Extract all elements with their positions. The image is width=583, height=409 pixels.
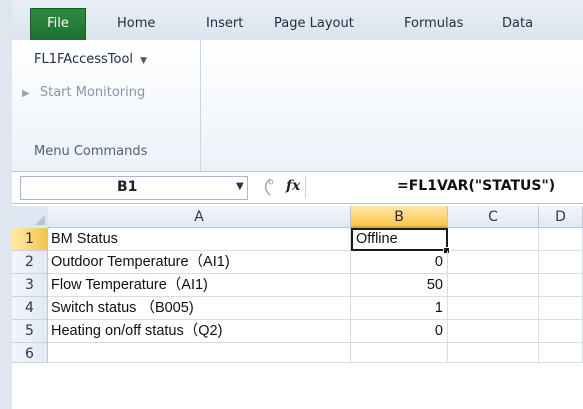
cell-b4[interactable]: 1 — [351, 297, 448, 320]
column-header-c[interactable]: C — [448, 206, 539, 228]
formula-divider — [305, 176, 306, 198]
tab-page-layout[interactable]: Page Layout — [274, 10, 354, 40]
tab-home[interactable]: Home — [117, 10, 155, 40]
column-header-d[interactable]: D — [539, 206, 583, 228]
cell-c3[interactable] — [448, 274, 539, 297]
row-header-5[interactable]: 5 — [12, 320, 48, 343]
cell-a2[interactable]: Outdoor Temperature（AI1) — [48, 251, 351, 274]
formula-bar: B1 ▼ fx =FL1VAR("STATUS") — [12, 172, 583, 204]
cell-a3[interactable]: Flow Temperature（AI1) — [48, 274, 351, 297]
row-header-3[interactable]: 3 — [12, 274, 48, 297]
excel-window: File Home Insert Page Layout Formulas Da… — [12, 0, 583, 409]
cell-a4[interactable]: Switch status （B005) — [48, 297, 351, 320]
row-header-4[interactable]: 4 — [12, 297, 48, 320]
cell-d6[interactable] — [539, 343, 583, 363]
cell-c6[interactable] — [448, 343, 539, 363]
cell-b3[interactable]: 50 — [351, 274, 448, 297]
paren-icon — [264, 178, 274, 196]
row-header-2[interactable]: 2 — [12, 251, 48, 274]
cell-c1[interactable] — [448, 228, 539, 251]
insert-function-icon[interactable]: fx — [286, 178, 300, 194]
play-arrow-icon: ▶ — [22, 88, 30, 99]
tab-file[interactable]: File — [30, 8, 86, 40]
cell-b6[interactable] — [351, 343, 448, 363]
ribbon-panel: FL1FAccessTool ▼ ▶ Start Monitoring Menu… — [12, 40, 583, 172]
worksheet-grid: A B C D 1 BM Status Offline 2 Outdoor Te… — [12, 206, 583, 409]
cell-d3[interactable] — [539, 274, 583, 297]
cell-d4[interactable] — [539, 297, 583, 320]
cell-d1[interactable] — [539, 228, 583, 251]
name-box-dropdown-icon[interactable]: ▼ — [236, 181, 244, 192]
cell-c5[interactable] — [448, 320, 539, 343]
cell-a5[interactable]: Heating on/off status（Q2) — [48, 320, 351, 343]
dropdown-arrow-icon: ▼ — [140, 56, 148, 66]
select-all-button[interactable] — [12, 206, 49, 229]
cell-c4[interactable] — [448, 297, 539, 320]
cell-b2[interactable]: 0 — [351, 251, 448, 274]
cell-a6[interactable] — [48, 343, 351, 363]
formula-input[interactable]: =FL1VAR("STATUS") — [397, 178, 555, 194]
name-box-value: B1 — [117, 179, 138, 195]
row-header-1[interactable]: 1 — [12, 228, 48, 251]
start-monitoring-button[interactable]: ▶ Start Monitoring — [22, 85, 145, 100]
cell-c2[interactable] — [448, 251, 539, 274]
tab-formulas[interactable]: Formulas — [404, 10, 463, 40]
ribbon-tab-bar: File Home Insert Page Layout Formulas Da… — [12, 0, 583, 41]
name-box[interactable]: B1 ▼ — [20, 176, 248, 200]
column-header-a[interactable]: A — [48, 206, 351, 228]
row-header-6[interactable]: 6 — [12, 343, 48, 363]
cell-b5[interactable]: 0 — [351, 320, 448, 343]
fl1faccesstool-label: FL1FAccessTool — [34, 52, 134, 67]
fl1faccesstool-menu[interactable]: FL1FAccessTool ▼ — [34, 52, 147, 67]
cell-d5[interactable] — [539, 320, 583, 343]
cell-d2[interactable] — [539, 251, 583, 274]
tab-insert[interactable]: Insert — [206, 10, 243, 40]
group-label: Menu Commands — [34, 144, 148, 159]
cell-a1[interactable]: BM Status — [48, 228, 351, 251]
tab-data[interactable]: Data — [502, 10, 533, 40]
cell-b1[interactable]: Offline — [351, 228, 448, 251]
window-left-border — [0, 0, 12, 409]
menu-commands-group: FL1FAccessTool ▼ ▶ Start Monitoring Menu… — [12, 40, 201, 171]
start-monitoring-label: Start Monitoring — [39, 85, 146, 100]
select-all-triangle-icon — [35, 215, 45, 225]
column-header-b[interactable]: B — [351, 206, 448, 228]
